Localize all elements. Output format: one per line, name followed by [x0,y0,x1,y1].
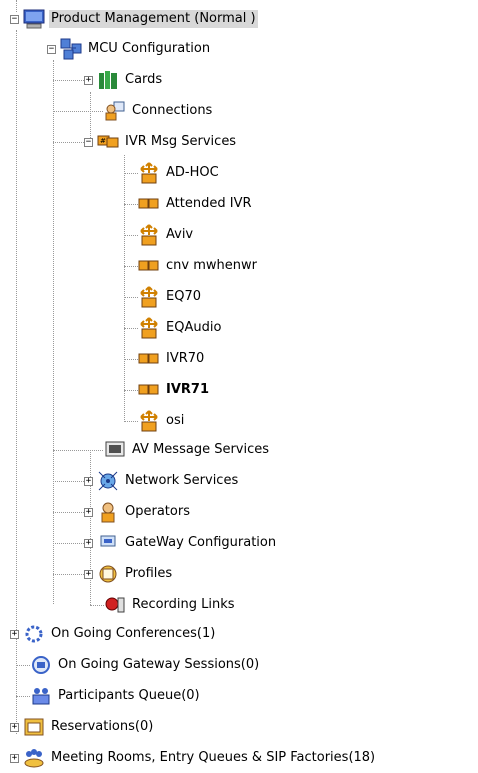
cards-icon [97,69,119,91]
tree-item-label: AV Message Services [132,442,270,457]
tree-item-ivr-msg-services[interactable]: − # IVR Msg Services [84,131,238,153]
ivr-item[interactable]: IVR70 [138,348,206,370]
ivr-item[interactable]: osi [138,410,186,432]
mcu-config-icon [60,38,82,60]
tree-item-label: Attended IVR [166,196,252,211]
meeting-rooms-icon [23,747,45,769]
ivr-item[interactable]: AD-HOC [138,162,221,184]
tree-item-label: EQ70 [166,289,201,304]
tree-item-label: Aviv [166,227,194,242]
tree-item-profiles[interactable]: + Profiles [84,563,174,585]
ivr-item[interactable]: EQAudio [138,317,223,339]
tree-item-recording-links[interactable]: Recording Links [104,594,237,616]
tree-item-gateway-configuration[interactable]: + GateWay Configuration [84,532,278,554]
tree-item-label: MCU Configuration [88,41,211,56]
tree-item-cards[interactable]: + Cards [84,69,164,91]
expand-toggle[interactable]: + [84,569,93,579]
collapse-toggle[interactable]: − [10,14,19,24]
gateway-sessions-icon [30,654,52,676]
tree-item-av-message-services[interactable]: AV Message Services [104,439,271,461]
tree-item-label: Profiles [125,566,173,581]
tree-item-label: Operators [125,504,190,519]
tree-item-reservations[interactable]: + Reservations(0) [10,716,155,738]
tree-item-operators[interactable]: + Operators [84,501,192,523]
svg-text:#: # [100,137,106,145]
tree-item-ongoing-conferences[interactable]: + On Going Conferences(1) [10,623,217,645]
collapse-toggle[interactable]: − [84,137,93,147]
ivr-item[interactable]: Aviv [138,224,195,246]
tree-item-label: Reservations(0) [51,719,154,734]
tree-item-label: IVR70 [166,351,205,366]
expand-toggle[interactable]: + [10,629,19,639]
ivr-item-selected[interactable]: IVR71 [138,379,211,401]
tree-item-connections[interactable]: Connections [104,100,214,122]
tree-item-label: Recording Links [132,597,235,612]
expand-toggle[interactable]: + [84,538,93,548]
tree-item-label: osi [166,413,185,428]
av-message-icon [104,439,126,461]
ivr-services-icon: # [97,131,119,153]
reservations-icon [23,716,45,738]
tree-item-participants-queue[interactable]: Participants Queue(0) [30,685,202,707]
ivr-keypad-icon [138,379,160,401]
tree-item-product-management[interactable]: − Product Management (Normal ) [10,8,258,30]
ivr-item[interactable]: EQ70 [138,286,203,308]
connections-icon [104,100,126,122]
expand-toggle[interactable]: + [84,507,93,517]
ivr-keypad-icon [138,255,160,277]
ivr-item[interactable]: Attended IVR [138,193,254,215]
tree-item-network-services[interactable]: + Network Services [84,470,240,492]
expand-toggle[interactable]: + [10,753,19,763]
tree-item-label: On Going Conferences(1) [51,626,216,641]
monitor-icon [23,8,45,30]
tree-item-label: cnv mwhenwr [166,258,257,273]
tree-item-label: Network Services [125,473,239,488]
collapse-toggle[interactable]: − [47,44,56,54]
tree-item-label: IVR71 [166,382,209,397]
tree-item-label: Participants Queue(0) [58,688,200,703]
expand-toggle[interactable]: + [10,722,19,732]
operator-icon [97,501,119,523]
network-icon [97,470,119,492]
tree-item-label: Cards [125,72,163,87]
tree-item-label: On Going Gateway Sessions(0) [58,657,260,672]
expand-toggle[interactable]: + [84,476,93,486]
tree-item-label: EQAudio [166,320,222,335]
navigation-tree: − Product Management (Normal ) − MCU Con… [0,0,478,771]
ivr-arrows-icon [138,224,160,246]
tree-item-label: Connections [132,103,213,118]
expand-toggle[interactable]: + [84,75,93,85]
tree-item-label: AD-HOC [166,165,219,180]
profiles-icon [97,563,119,585]
ivr-keypad-icon [138,193,160,215]
conferences-icon [23,623,45,645]
tree-item-label: Meeting Rooms, Entry Queues & SIP Factor… [51,750,376,765]
tree-item-mcu-configuration[interactable]: − MCU Configuration [47,38,212,60]
ivr-keypad-icon [138,348,160,370]
ivr-item[interactable]: cnv mwhenwr [138,255,259,277]
participants-icon [30,685,52,707]
tree-item-label: Product Management (Normal ) [49,10,258,28]
tree-item-label: GateWay Configuration [125,535,277,550]
tree-item-ongoing-gateway-sessions[interactable]: On Going Gateway Sessions(0) [30,654,261,676]
ivr-arrows-icon [138,410,160,432]
tree-item-meeting-rooms[interactable]: + Meeting Rooms, Entry Queues & SIP Fact… [10,747,377,769]
recording-icon [104,594,126,616]
ivr-arrows-icon [138,317,160,339]
ivr-arrows-icon [138,162,160,184]
gateway-icon [97,532,119,554]
tree-item-label: IVR Msg Services [125,134,237,149]
ivr-arrows-icon [138,286,160,308]
